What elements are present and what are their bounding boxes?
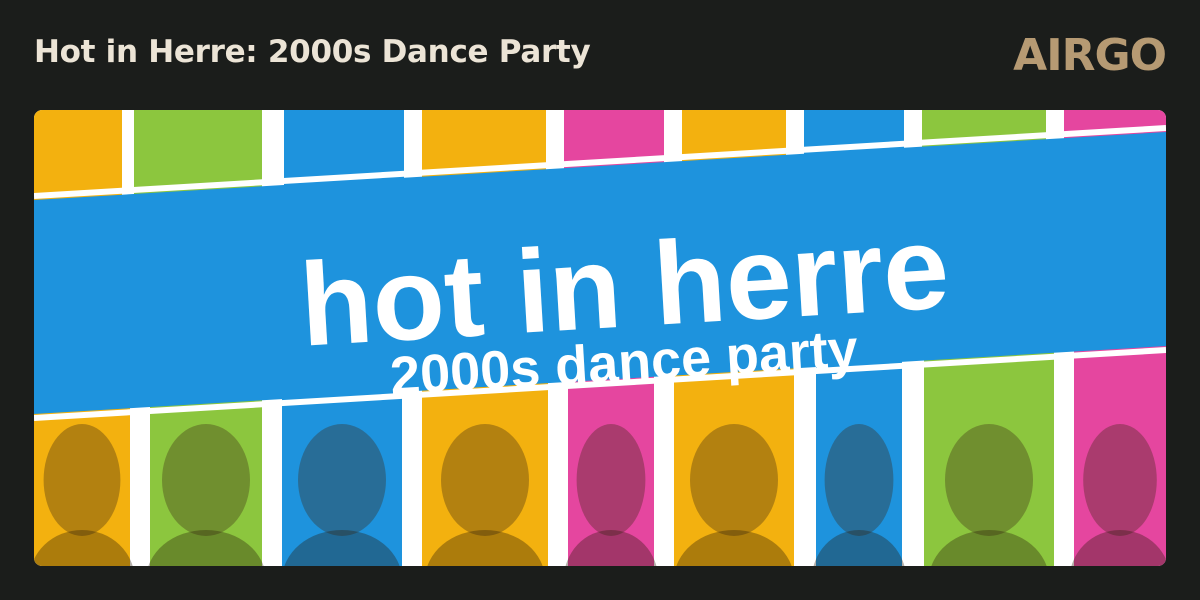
portrait-5-icon: [576, 424, 646, 536]
portrait-3-icon: [298, 424, 386, 536]
portrait-panel-9: [1071, 340, 1166, 566]
portrait-7-icon: [824, 424, 894, 536]
portrait-6-icon: [690, 424, 778, 536]
banner-artwork: hot in herre 2000s dance party: [34, 110, 1166, 566]
page-title: Hot in Herre: 2000s Dance Party: [34, 34, 591, 70]
portrait-9-icon: [1083, 424, 1157, 536]
portrait-8-icon: [945, 424, 1033, 536]
event-banner-image: hot in herre 2000s dance party: [34, 110, 1166, 566]
portrait-2-icon: [162, 424, 250, 536]
portrait-panel-8: [924, 340, 1054, 566]
brand-logo[interactable]: AIRGO: [1013, 30, 1167, 81]
portrait-4-icon: [441, 424, 529, 536]
portrait-1-icon: [43, 424, 121, 536]
